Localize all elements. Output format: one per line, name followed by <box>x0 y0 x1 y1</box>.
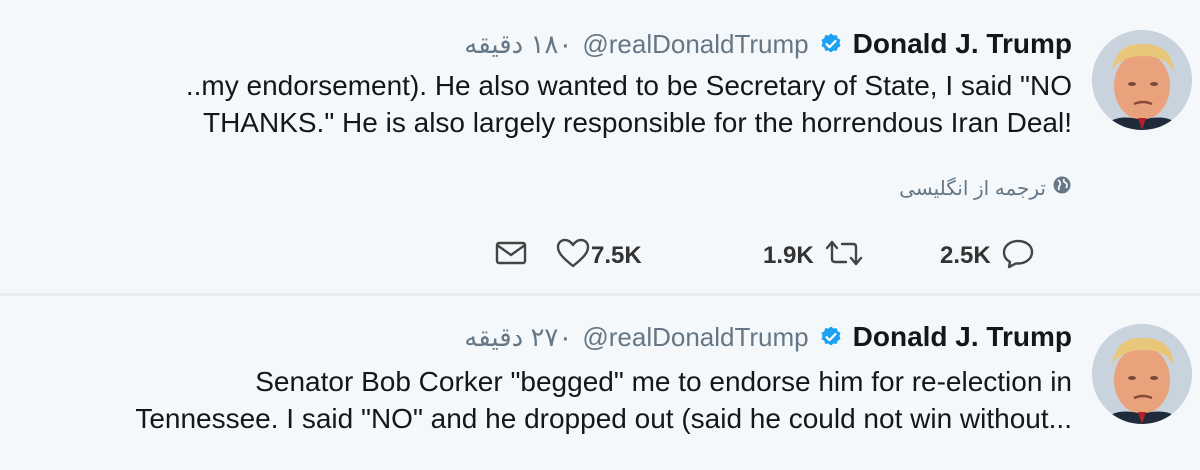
envelope-icon <box>494 239 528 274</box>
tweet-time[interactable]: ۲۷٠ دقیقه <box>464 322 572 353</box>
retweet-icon <box>824 238 864 275</box>
display-name[interactable]: Donald J. Trump <box>853 321 1072 353</box>
reply-count: 2.5K <box>940 242 991 269</box>
user-handle[interactable]: @realDonaldTrump <box>582 29 808 60</box>
tweet-time[interactable]: ۱۸٠ دقیقه <box>464 29 572 60</box>
translate-link[interactable]: ترجمه از انگلیسی <box>899 175 1072 201</box>
globe-icon <box>1052 175 1072 201</box>
tweet-text: Senator Bob Corker "begged" me to endors… <box>12 363 1072 437</box>
tweet-text-line: THANKS." He is also largely responsible … <box>202 107 1072 138</box>
display-name[interactable]: Donald J. Trump <box>853 28 1072 60</box>
reply-button[interactable]: 2.5K <box>940 235 1035 277</box>
tweet-text-line: Tennessee. I said "NO" and he dropped ou… <box>135 403 1072 434</box>
tweet-text: ..my endorsement). He also wanted to be … <box>12 67 1072 141</box>
like-count: 7.5K <box>591 242 642 269</box>
user-handle[interactable]: @realDonaldTrump <box>582 322 808 353</box>
tweet[interactable]: ۱۸٠ دقیقه @realDonaldTrump Donald J. Tru… <box>0 0 1200 293</box>
avatar[interactable] <box>1092 324 1192 424</box>
heart-icon <box>555 237 591 276</box>
tweet[interactable]: ۲۷٠ دقیقه @realDonaldTrump Donald J. Tru… <box>0 296 1200 470</box>
tweet-actions: 2.5K 1.9K 7.5K <box>0 235 1200 277</box>
like-button[interactable]: 7.5K <box>555 235 642 277</box>
tweet-header: ۱۸٠ دقیقه @realDonaldTrump Donald J. Tru… <box>464 24 1072 64</box>
tweet-text-line: Senator Bob Corker "begged" me to endors… <box>255 366 1072 397</box>
reply-icon <box>1001 237 1035 276</box>
verified-badge-icon <box>819 325 843 349</box>
avatar[interactable] <box>1092 30 1192 130</box>
direct-message-button[interactable] <box>494 235 528 277</box>
retweet-count: 1.9K <box>763 242 814 269</box>
tweet-header: ۲۷٠ دقیقه @realDonaldTrump Donald J. Tru… <box>464 317 1072 357</box>
translate-label[interactable]: ترجمه از انگلیسی <box>899 176 1046 201</box>
retweet-button[interactable]: 1.9K <box>763 235 864 277</box>
tweet-text-line: ..my endorsement). He also wanted to be … <box>185 70 1072 101</box>
verified-badge-icon <box>819 32 843 56</box>
